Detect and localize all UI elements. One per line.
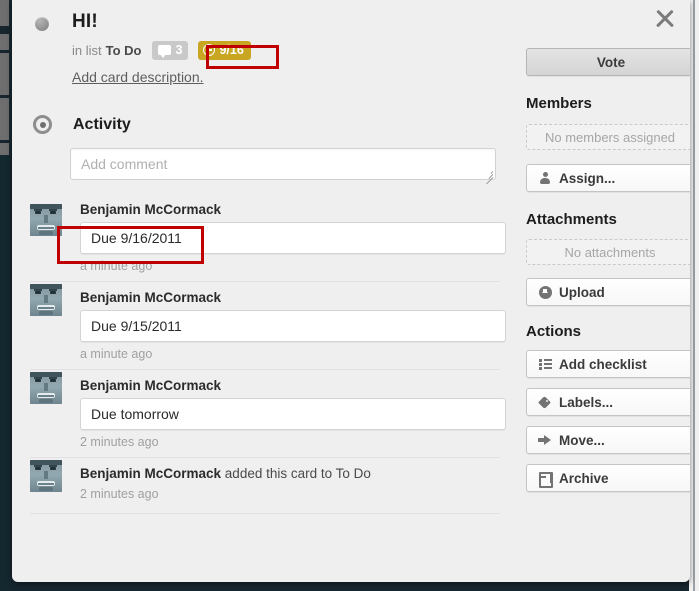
activity-item: Benjamin McCormack Due 9/15/2011 a minute … [30,281,506,369]
activity-action-text: added this card to To Do [221,466,371,481]
comment-text[interactable]: Due 9/16/2011 [80,222,506,254]
activity-author[interactable]: Benjamin McCormack [80,202,500,218]
activity-timestamp: a minute ago [80,259,153,273]
activity-header: Activity [30,115,131,134]
background-left-strip [0,0,9,591]
add-checklist-button[interactable]: Add checklist [526,350,690,378]
avatar [30,372,62,404]
add-comment-input[interactable]: Add comment [70,148,496,185]
card-main-column: HI! in list To Do 3 9/16 Add card descri… [12,0,510,582]
assign-button-label: Assign... [559,170,616,186]
activity-heading: Activity [73,115,131,133]
members-heading: Members [526,95,592,112]
comment-text[interactable]: Due tomorrow [80,398,506,430]
background-right-strip [689,0,699,591]
add-card-description-link[interactable]: Add card description. [72,69,204,85]
card-sidebar: Vote Members No members assigned Assign.… [510,0,690,582]
activity-author: Benjamin McCormack added this card to To… [80,466,500,482]
activity-item: Benjamin McCormack Due 9/16/2011 a minute … [30,202,506,281]
upload-icon [533,285,557,299]
activity-feed: Benjamin McCormack Due 9/16/2011 a minute … [30,202,506,514]
vote-button[interactable]: Vote [526,48,690,76]
tag-icon [533,396,557,408]
archive-button-label: Archive [559,470,609,486]
archive-button[interactable]: Archive [526,464,690,492]
card-status-dot-icon [35,17,49,31]
move-button-label: Move... [559,432,605,448]
avatar [30,460,62,492]
activity-item: Benjamin McCormack Due tomorrow 2 minutes … [30,369,506,457]
textarea-resize-handle[interactable] [484,169,494,185]
in-list-label: in list [72,42,102,58]
no-members-text: No members assigned [544,129,676,145]
comment-text[interactable]: Due 9/15/2011 [80,310,506,342]
card-meta-row: in list To Do 3 9/16 [72,40,490,60]
labels-button[interactable]: Labels... [526,388,690,416]
list-name[interactable]: To Do [106,43,142,58]
card-detail-modal: HI! in list To Do 3 9/16 Add card descri… [12,0,690,582]
page-title: HI! [72,11,98,32]
upload-button[interactable]: Upload [526,278,690,306]
labels-button-label: Labels... [559,394,614,410]
add-comment-placeholder: Add comment [81,156,168,172]
speech-bubble-icon [158,45,172,58]
activity-author-name[interactable]: Benjamin McCormack [80,466,221,481]
due-date-badge[interactable]: 9/16 [198,40,251,60]
no-members-box: No members assigned [526,124,690,150]
feed-end-divider [30,513,500,514]
avatar [30,284,62,316]
activity-author[interactable]: Benjamin McCormack [80,290,500,306]
assign-button[interactable]: Assign... [526,164,690,192]
checklist-icon [533,358,557,370]
clock-icon [203,44,216,56]
close-icon[interactable] [654,8,676,30]
avatar [30,204,62,236]
activity-timestamp: a minute ago [80,347,153,361]
activity-timestamp: 2 minutes ago [80,435,159,449]
activity-item: Benjamin McCormack added this card to To… [30,457,500,509]
card-header: HI! in list To Do 3 9/16 Add card descri… [30,10,490,87]
due-date-value: 9/16 [219,43,244,57]
move-button[interactable]: Move... [526,426,690,454]
archive-box-icon [533,472,557,488]
attachments-heading: Attachments [526,211,617,228]
comment-count-badge[interactable]: 3 [152,40,189,60]
actions-heading: Actions [526,323,582,340]
activity-timestamp: 2 minutes ago [80,487,159,501]
no-attachments-box: No attachments [526,239,690,265]
card-title-row: HI! [30,10,490,34]
arrow-right-icon [533,434,557,446]
comment-count-value: 3 [175,43,183,57]
person-icon [533,172,557,184]
activity-target-icon [33,115,52,134]
vote-button-label: Vote [596,54,626,70]
activity-author[interactable]: Benjamin McCormack [80,378,500,394]
add-checklist-label: Add checklist [559,356,647,372]
page-background: HI! in list To Do 3 9/16 Add card descri… [0,0,699,591]
upload-button-label: Upload [559,284,605,300]
no-attachments-text: No attachments [564,244,656,260]
